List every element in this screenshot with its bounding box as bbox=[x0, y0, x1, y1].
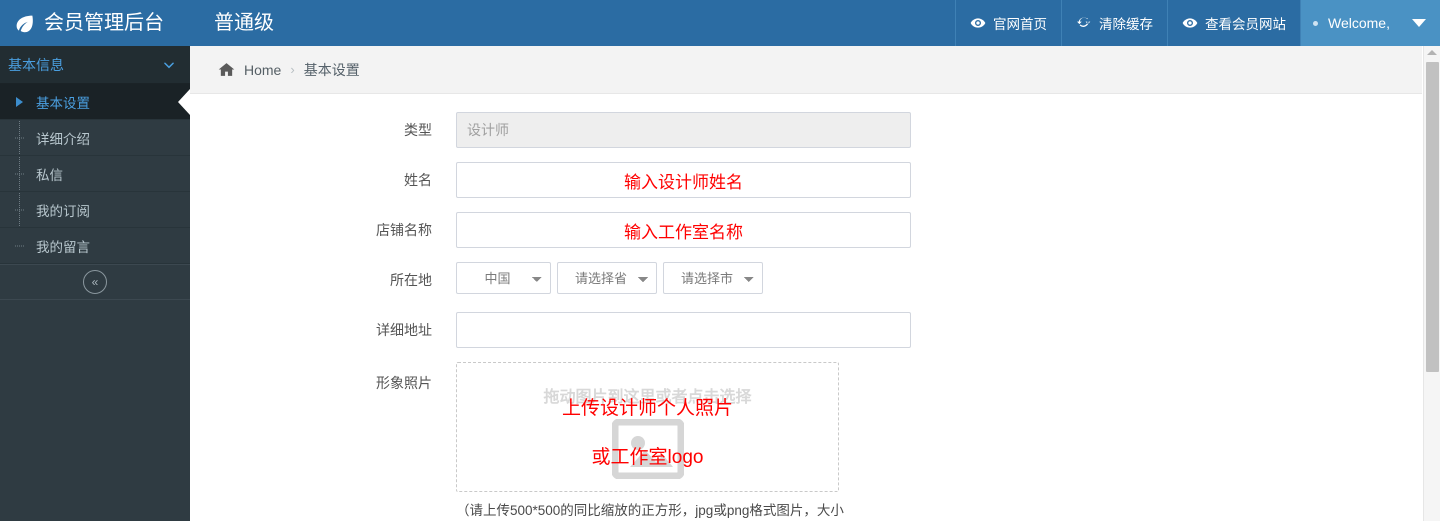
country-select[interactable]: 中国 bbox=[456, 262, 551, 294]
photo-dropzone[interactable]: 拖动图片到这里或者点击选择 上传设计师个人照片 或工作室logo bbox=[456, 362, 839, 492]
address-label: 详细地址 bbox=[376, 322, 432, 338]
photo-annotation-line1: 上传设计师个人照片 bbox=[561, 398, 733, 419]
photo-label: 形象照片 bbox=[376, 375, 432, 391]
leaf-icon bbox=[16, 15, 33, 32]
sidebar-item-my-subscriptions[interactable]: 我的订阅 bbox=[0, 192, 190, 228]
vertical-scroll-thumb[interactable] bbox=[1426, 62, 1439, 372]
breadcrumb-home-link[interactable]: Home bbox=[244, 62, 281, 78]
breadcrumb-separator: › bbox=[290, 62, 295, 77]
clear-cache-label: 清除缓存 bbox=[1099, 17, 1153, 32]
type-control bbox=[456, 112, 911, 148]
location-label: 所在地 bbox=[390, 272, 432, 288]
user-menu-label: Welcome, bbox=[1328, 15, 1390, 31]
shop-name-label: 店铺名称 bbox=[376, 222, 432, 238]
breadcrumb-current: 基本设置 bbox=[303, 61, 360, 78]
tree-tick-icon bbox=[15, 209, 24, 210]
shop-name-control: 输入工作室名称 bbox=[456, 212, 911, 248]
name-input[interactable] bbox=[456, 162, 911, 198]
photo-control: 拖动图片到这里或者点击选择 上传设计师个人照片 或工作室logo （请上传500… bbox=[456, 362, 852, 521]
active-pointer-icon bbox=[178, 88, 190, 115]
type-input bbox=[456, 112, 911, 148]
shop-name-input[interactable] bbox=[456, 212, 911, 248]
official-site-button[interactable]: 官网首页 bbox=[955, 0, 1061, 46]
address-input[interactable] bbox=[456, 312, 911, 348]
app-root: 会员管理后台 普通级 官网首页 清除缓存 查看会员网站 Welcome, 基本信… bbox=[0, 0, 1440, 521]
sidebar-item-label: 私信 bbox=[36, 167, 63, 183]
type-label: 类型 bbox=[404, 122, 432, 138]
view-member-site-button[interactable]: 查看会员网站 bbox=[1167, 0, 1300, 46]
name-label: 姓名 bbox=[404, 172, 432, 188]
sidebar-item-label: 我的留言 bbox=[36, 239, 90, 255]
address-control bbox=[456, 312, 911, 348]
sidebar-item-my-messages[interactable]: 我的留言 bbox=[0, 228, 190, 264]
form-row-type: 类型 bbox=[190, 112, 1422, 148]
sidebar-collapse-row: « bbox=[0, 264, 190, 300]
sidebar: 基本信息 基本设置 详细介绍 私信 我的订阅 我的留言 « bbox=[0, 46, 190, 521]
main-content: Home › 基本设置 类型 姓名 输入设计师姓名 bbox=[190, 46, 1422, 521]
member-level-title: 普通级 bbox=[214, 12, 274, 34]
image-placeholder-icon bbox=[611, 419, 684, 479]
dropzone-hint: 拖动图片到这里或者点击选择 bbox=[543, 389, 752, 406]
province-select[interactable]: 请选择省 bbox=[557, 262, 657, 294]
brand-title: 会员管理后台 bbox=[44, 12, 164, 34]
sidebar-section-label: 基本信息 bbox=[8, 56, 64, 73]
sidebar-item-label: 我的订阅 bbox=[36, 203, 90, 219]
home-icon bbox=[218, 63, 235, 76]
eye-icon bbox=[1182, 18, 1198, 28]
sidebar-item-detailed-intro[interactable]: 详细介绍 bbox=[0, 120, 190, 156]
tree-tick-icon bbox=[15, 245, 24, 246]
sidebar-item-label: 详细介绍 bbox=[36, 131, 90, 147]
tree-tick-icon bbox=[15, 137, 24, 138]
form-row-photo: 形象照片 拖动图片到这里或者点击选择 上传设计师个人照片 或工作室logo （请… bbox=[190, 362, 1422, 521]
sidebar-item-private-message[interactable]: 私信 bbox=[0, 156, 190, 192]
view-member-site-label: 查看会员网站 bbox=[1205, 17, 1286, 32]
user-menu[interactable]: Welcome, bbox=[1300, 0, 1440, 46]
official-site-label: 官网首页 bbox=[993, 17, 1047, 32]
sidebar-item-basic-settings[interactable]: 基本设置 bbox=[0, 84, 190, 120]
avatar bbox=[1313, 20, 1318, 26]
form-row-shop-name: 店铺名称 输入工作室名称 bbox=[190, 212, 1422, 248]
caret-down-icon bbox=[1412, 19, 1426, 27]
refresh-icon bbox=[1077, 17, 1091, 27]
sidebar-item-label: 基本设置 bbox=[36, 95, 90, 111]
sidebar-menu: 基本设置 详细介绍 私信 我的订阅 我的留言 bbox=[0, 84, 190, 264]
sidebar-section-basic-info[interactable]: 基本信息 bbox=[0, 46, 190, 84]
scroll-up-arrow-icon[interactable] bbox=[1427, 50, 1437, 55]
header-actions: 官网首页 清除缓存 查看会员网站 Welcome, bbox=[955, 0, 1440, 46]
tree-tick-icon bbox=[15, 173, 24, 174]
breadcrumb: Home › 基本设置 bbox=[190, 46, 1422, 94]
clear-cache-button[interactable]: 清除缓存 bbox=[1061, 0, 1167, 46]
header-spacer bbox=[274, 0, 955, 46]
name-control: 输入设计师姓名 bbox=[456, 162, 911, 198]
photo-annotation-line2: 或工作室logo bbox=[591, 447, 704, 468]
top-header: 会员管理后台 普通级 官网首页 清除缓存 查看会员网站 Welcome, bbox=[0, 0, 1440, 46]
form-row-name: 姓名 输入设计师姓名 bbox=[190, 162, 1422, 198]
vertical-scrollbar[interactable] bbox=[1423, 46, 1440, 521]
brand-logo-area[interactable]: 会员管理后台 bbox=[0, 0, 190, 46]
city-select[interactable]: 请选择市 bbox=[663, 262, 763, 294]
eye-icon bbox=[970, 18, 986, 28]
photo-help-text: （请上传500*500的同比缩放的正方形，jpg或png格式图片，大小在1M内） bbox=[456, 503, 844, 518]
basic-settings-form: 类型 姓名 输入设计师姓名 店铺名称 输入工作室名称 bbox=[190, 94, 1422, 521]
chevron-down-icon bbox=[162, 58, 176, 72]
caret-right-icon bbox=[16, 96, 23, 107]
double-chevron-left-icon[interactable]: « bbox=[83, 270, 107, 294]
location-control: 中国 请选择省 请选择市 bbox=[456, 262, 763, 294]
form-row-location: 所在地 中国 请选择省 请选择市 bbox=[190, 262, 1422, 298]
form-row-address: 详细地址 bbox=[190, 312, 1422, 348]
